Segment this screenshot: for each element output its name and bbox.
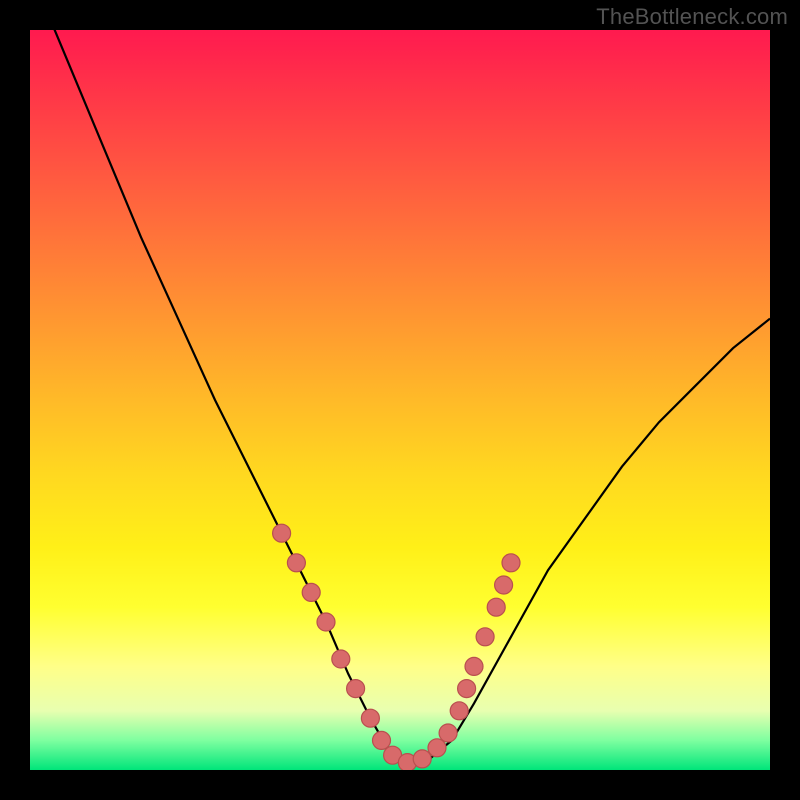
marker-dot xyxy=(347,680,365,698)
marker-dot xyxy=(413,750,431,768)
marker-dot xyxy=(428,739,446,757)
curve-svg xyxy=(30,30,770,770)
bottleneck-curve xyxy=(30,30,770,763)
marker-dot xyxy=(495,576,513,594)
marker-dot xyxy=(317,613,335,631)
marker-dot xyxy=(332,650,350,668)
marker-dot xyxy=(439,724,457,742)
plot-area xyxy=(30,30,770,770)
marker-dot xyxy=(450,702,468,720)
marker-dot xyxy=(373,731,391,749)
marker-dot xyxy=(302,583,320,601)
marker-dot xyxy=(465,657,483,675)
marker-dot xyxy=(458,680,476,698)
marker-dot xyxy=(287,554,305,572)
marker-dot xyxy=(487,598,505,616)
marker-dot xyxy=(476,628,494,646)
marker-dot xyxy=(361,709,379,727)
marker-dots xyxy=(273,524,520,770)
marker-dot xyxy=(502,554,520,572)
chart-frame: TheBottleneck.com xyxy=(0,0,800,800)
watermark-text: TheBottleneck.com xyxy=(596,4,788,30)
marker-dot xyxy=(273,524,291,542)
